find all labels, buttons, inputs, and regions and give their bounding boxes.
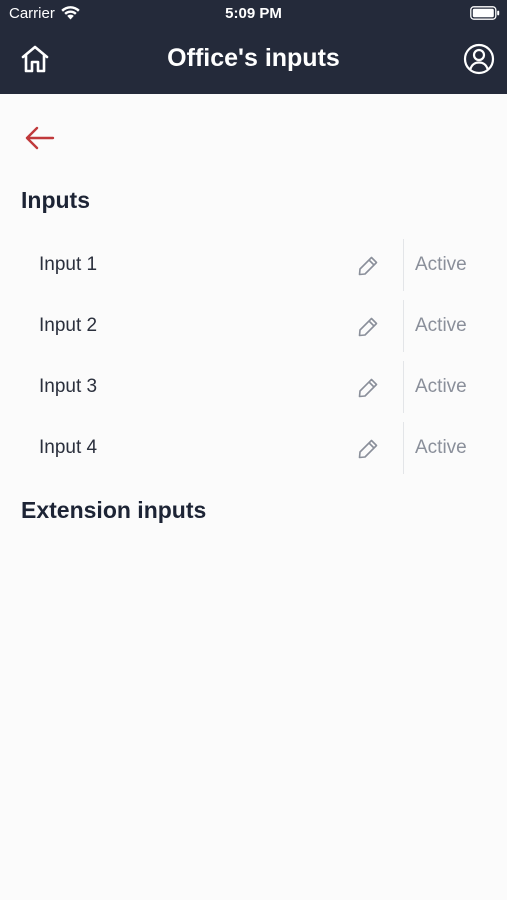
input-row[interactable]: Input 3 Active [0,359,507,415]
status-bar: Carrier 5:09 PM [0,0,507,28]
input-row[interactable]: Input 1 Active [0,237,507,293]
status-label: Active [415,376,467,397]
row-divider [403,361,404,413]
status-label: Active [415,437,467,458]
arrow-left-icon[interactable] [24,124,56,152]
battery-icon [470,6,500,20]
status-label: Active [415,315,467,336]
pencil-icon[interactable] [356,315,380,339]
input-row[interactable]: Input 2 Active [0,298,507,354]
row-divider [403,422,404,474]
row-divider [403,239,404,291]
pencil-icon[interactable] [356,254,380,278]
status-time: 5:09 PM [225,5,282,22]
row-divider [403,300,404,352]
input-label: Input 4 [39,437,98,458]
input-label: Input 1 [39,254,98,275]
pencil-icon[interactable] [356,437,380,461]
user-circle-icon[interactable] [462,42,496,76]
input-label: Input 3 [39,376,98,397]
input-label: Input 2 [39,315,98,336]
top-header: Carrier 5:09 PM Office's inputs [0,0,507,94]
input-row[interactable]: Input 4 Active [0,420,507,476]
status-label: Active [415,254,467,275]
inputs-section-title: Inputs [21,187,90,213]
pencil-icon[interactable] [356,376,380,400]
page-title: Office's inputs [167,44,340,72]
extension-inputs-section-title: Extension inputs [21,497,207,523]
